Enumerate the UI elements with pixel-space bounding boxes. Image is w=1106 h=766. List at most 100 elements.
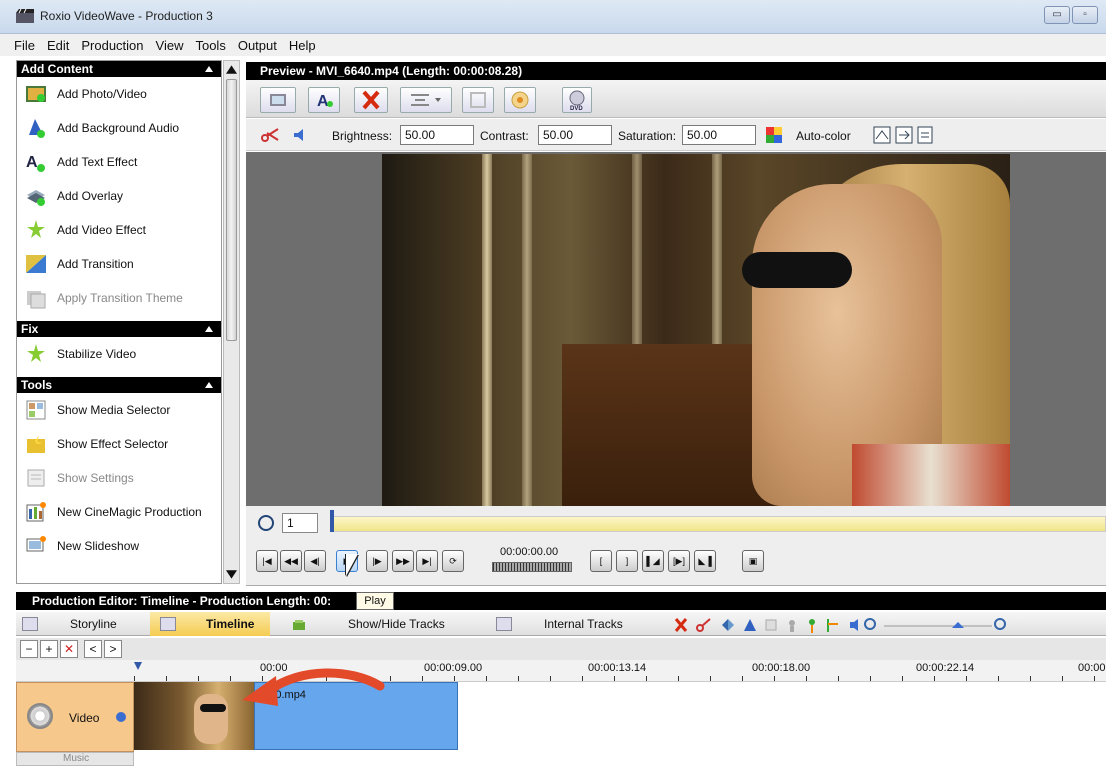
media-grid-icon xyxy=(26,400,46,420)
mark-in-button[interactable]: [ xyxy=(590,550,612,572)
timeline-tools[interactable] xyxy=(672,616,1052,634)
add-photo-video-button[interactable]: Add Photo/Video xyxy=(17,77,221,111)
zoom-icon[interactable] xyxy=(258,515,274,531)
chevron-right-icon: > xyxy=(109,642,117,656)
photo-video-icon xyxy=(26,86,46,102)
scroll-thumb[interactable] xyxy=(226,79,237,341)
zoom-in-button[interactable]: + xyxy=(40,640,58,658)
color-palette-icon[interactable] xyxy=(766,127,782,143)
timecode-meter xyxy=(492,562,572,572)
section-tools[interactable]: Tools xyxy=(17,377,221,393)
saturation-label: Saturation: xyxy=(618,129,677,143)
new-slideshow-button[interactable]: New Slideshow xyxy=(17,529,221,563)
menu-output[interactable]: Output xyxy=(232,38,283,53)
menu-production[interactable]: Production xyxy=(75,38,149,53)
frame-field[interactable]: 1 xyxy=(282,513,318,533)
maximize-button[interactable]: ▫ xyxy=(1072,6,1098,24)
auto-color-button[interactable]: Auto-color xyxy=(796,129,851,143)
task-panel-scrollbar[interactable] xyxy=(223,60,240,584)
add-video-effect-button[interactable]: Add Video Effect xyxy=(17,213,221,247)
collapse-up-icon[interactable] xyxy=(205,326,213,332)
music-track-header[interactable]: Music xyxy=(16,752,134,766)
svg-text:DVD: DVD xyxy=(570,106,583,112)
mark-out-button[interactable]: ] xyxy=(616,550,638,572)
go-to-end-button[interactable]: ▶| xyxy=(416,550,438,572)
skip-end-icon: ▶| xyxy=(422,556,432,566)
transition-theme-icon xyxy=(27,291,46,309)
new-cinemagic-production-button[interactable]: New CineMagic Production xyxy=(17,495,221,529)
chevron-left-icon: < xyxy=(89,642,97,656)
scrub-playhead[interactable] xyxy=(330,510,334,532)
target-button[interactable] xyxy=(504,87,536,113)
apply-transition-theme-button[interactable]: Apply Transition Theme xyxy=(17,281,221,315)
export-icons[interactable] xyxy=(872,125,952,145)
trim-start-button[interactable]: ▌◢ xyxy=(642,550,664,572)
stabilize-video-button[interactable]: Stabilize Video xyxy=(17,337,221,371)
add-background-audio-button[interactable]: Add Background Audio xyxy=(17,111,221,145)
tab-timeline[interactable]: Timeline xyxy=(150,612,270,636)
crop-icon xyxy=(470,92,486,108)
tab-internal-tracks[interactable]: Internal Tracks xyxy=(490,612,640,636)
add-text-effect-button[interactable]: A Add Text Effect xyxy=(17,145,221,179)
menu-file[interactable]: File xyxy=(8,38,41,53)
scissors-icon[interactable] xyxy=(260,127,280,143)
storyboard-view-button[interactable] xyxy=(260,87,296,113)
minimize-button[interactable]: ▭ xyxy=(1044,6,1070,24)
section-add-content[interactable]: Add Content xyxy=(17,61,221,77)
menu-tools[interactable]: Tools xyxy=(189,38,231,53)
settings-list-icon xyxy=(27,469,45,487)
show-effect-selector-button[interactable]: Show Effect Selector xyxy=(17,427,221,461)
scroll-down-icon[interactable] xyxy=(226,570,237,579)
edit-text-button[interactable]: A xyxy=(308,87,340,113)
align-dropdown-button[interactable] xyxy=(400,87,452,113)
track-enabled-icon[interactable] xyxy=(116,712,126,722)
production-editor-title: Production Editor: Timeline - Production… xyxy=(16,592,1106,610)
add-transition-button[interactable]: Add Transition xyxy=(17,247,221,281)
step-back-button[interactable]: ◀| xyxy=(304,550,326,572)
tab-storyline[interactable]: Storyline xyxy=(16,612,150,636)
fast-forward-button[interactable]: ▶▶ xyxy=(392,550,414,572)
section-fix[interactable]: Fix xyxy=(17,321,221,337)
snapshot-button[interactable]: ▣ xyxy=(742,550,764,572)
menu-edit[interactable]: Edit xyxy=(41,38,75,53)
dvd-button[interactable]: DVD xyxy=(562,87,592,113)
scroll-right-button[interactable]: > xyxy=(104,640,122,658)
delete-button[interactable] xyxy=(354,87,388,113)
color-adjust-toolbar: Brightness: 50.00 Contrast: 50.00 Satura… xyxy=(246,119,1106,151)
saturation-field[interactable]: 50.00 xyxy=(682,125,756,145)
step-forward-button[interactable]: |▶ xyxy=(366,550,388,572)
cinemagic-icon xyxy=(26,502,46,522)
menu-help[interactable]: Help xyxy=(283,38,322,53)
video-track-header[interactable]: Video xyxy=(16,682,134,752)
contrast-field[interactable]: 50.00 xyxy=(538,125,612,145)
trim-end-button[interactable]: ◣▐ xyxy=(694,550,716,572)
loop-button[interactable]: ⟳ xyxy=(442,550,464,572)
timeline-marker-icon[interactable] xyxy=(134,662,142,670)
rewind-button[interactable]: ◀◀ xyxy=(280,550,302,572)
transport-controls: |◀ ◀◀ ◀| ▶ |▶ ▶▶ ▶| ⟳ 00:00:00.00 [ ] ▌◢… xyxy=(246,540,1106,586)
go-to-start-button[interactable]: |◀ xyxy=(256,550,278,572)
play-tooltip: Play xyxy=(356,592,394,610)
crop-button[interactable] xyxy=(462,87,494,113)
brightness-field[interactable]: 50.00 xyxy=(400,125,474,145)
remove-track-button[interactable]: ✕ xyxy=(60,640,78,658)
add-overlay-button[interactable]: Add Overlay xyxy=(17,179,221,213)
scrub-row: 1 xyxy=(246,506,1106,540)
timeline-ruler[interactable]: 00:00 00:00:09.00 00:00:13.14 00:00:18.0… xyxy=(16,660,1106,682)
show-media-selector-button[interactable]: Show Media Selector xyxy=(17,393,221,427)
split-button[interactable]: [▶] xyxy=(668,550,690,572)
collapse-up-icon[interactable] xyxy=(205,382,213,388)
show-settings-button[interactable]: Show Settings xyxy=(17,461,221,495)
menu-view[interactable]: View xyxy=(150,38,190,53)
svg-text:A: A xyxy=(26,154,38,171)
speaker-icon[interactable] xyxy=(292,127,312,143)
tab-show-hide-tracks[interactable]: Show/Hide Tracks xyxy=(286,612,470,636)
collapse-up-icon[interactable] xyxy=(205,66,213,72)
scroll-left-button[interactable]: < xyxy=(84,640,102,658)
scrub-track[interactable] xyxy=(330,516,1106,532)
zoom-out-button[interactable]: − xyxy=(20,640,38,658)
music-note-icon xyxy=(29,119,45,138)
film-reel-icon xyxy=(27,703,53,729)
scroll-up-icon[interactable] xyxy=(226,65,237,74)
target-icon xyxy=(511,91,529,109)
